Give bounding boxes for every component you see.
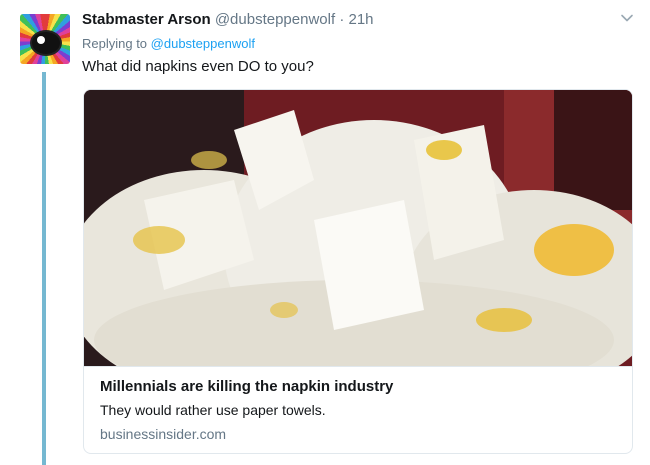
card-image[interactable] xyxy=(84,90,632,366)
tweet-text: What did napkins even DO to you? xyxy=(82,58,314,75)
card-domain[interactable]: businessinsider.com xyxy=(100,426,226,442)
avatar[interactable] xyxy=(20,14,70,64)
card-description: They would rather use paper towels. xyxy=(100,402,326,418)
avatar-eye xyxy=(37,36,45,44)
card-body[interactable]: Millennials are killing the napkin indus… xyxy=(84,366,632,442)
header-separator: · xyxy=(339,11,345,28)
card-title[interactable]: Millennials are killing the napkin indus… xyxy=(100,378,393,395)
tweet-header: Stabmaster Arson @dubsteppenwolf · 21h xyxy=(82,11,374,29)
replying-to: Replying to @dubsteppenwolf xyxy=(82,36,255,51)
link-card[interactable]: Millennials are killing the napkin indus… xyxy=(83,89,633,454)
avatar-creature xyxy=(32,32,60,54)
reply-mention-link[interactable]: @dubsteppenwolf xyxy=(151,36,255,51)
display-name[interactable]: Stabmaster Arson xyxy=(82,11,211,28)
thread-line xyxy=(42,72,46,465)
reply-prefix: Replying to xyxy=(82,36,148,51)
chevron-down-icon[interactable] xyxy=(620,11,634,25)
user-handle[interactable]: @dubsteppenwolf xyxy=(215,11,335,28)
tweet-timestamp[interactable]: 21h xyxy=(348,11,373,28)
